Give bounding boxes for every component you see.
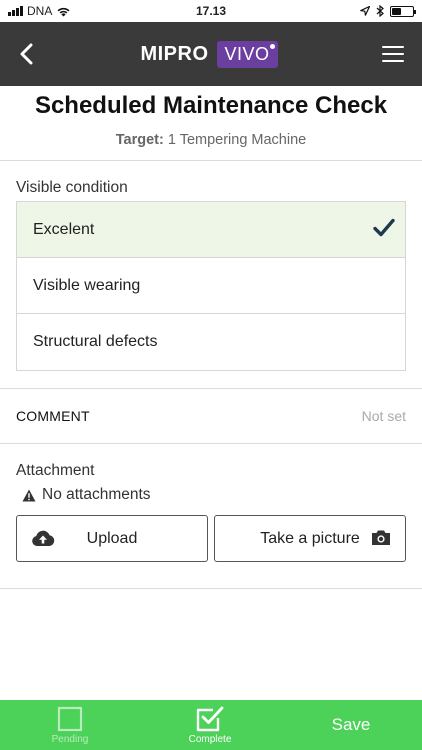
back-button[interactable]	[12, 34, 40, 74]
empty-checkbox-icon	[57, 706, 83, 731]
cloud-upload-icon	[32, 530, 55, 546]
no-attachments-notice: No attachments	[0, 486, 422, 504]
hamburger-menu-icon	[381, 46, 404, 48]
battery-icon	[390, 5, 416, 17]
menu-button[interactable]	[378, 34, 410, 74]
divider	[0, 443, 422, 444]
option-label: Visible wearing	[33, 276, 141, 294]
checked-checkbox-icon	[196, 706, 224, 731]
logo-vivo: VIVO	[216, 40, 278, 68]
option-visible-wearing[interactable]: Visible wearing	[17, 258, 405, 314]
save-button[interactable]: Save	[280, 700, 422, 750]
tab-complete[interactable]: Complete	[140, 700, 280, 750]
comment-row[interactable]: COMMENT Not set	[0, 389, 422, 443]
checkmark-icon	[373, 218, 395, 237]
hamburger-line	[381, 53, 404, 55]
target-line: Target: 1 Tempering Machine	[0, 132, 422, 148]
tab-pending[interactable]: Pending	[0, 700, 140, 750]
comment-label: COMMENT	[16, 408, 90, 424]
attachment-title: Attachment	[16, 462, 95, 479]
status-left: DNA	[8, 4, 71, 18]
status-right	[360, 5, 416, 17]
wifi-icon	[57, 7, 70, 16]
upload-button[interactable]: Upload	[16, 515, 208, 562]
condition-label: Visible condition	[16, 179, 128, 196]
logo-vivo-text: VIVO	[224, 43, 270, 64]
bottom-action-bar: Pending Complete Save	[0, 700, 422, 750]
condition-options: Excelent Visible wearing Structural defe…	[16, 201, 406, 371]
warning-icon	[22, 489, 36, 501]
take-picture-button[interactable]: Take a picture	[214, 515, 406, 562]
bluetooth-icon	[376, 5, 384, 17]
tab-pending-label: Pending	[51, 733, 89, 745]
no-attachments-text: No attachments	[42, 486, 151, 503]
logo-dot	[269, 43, 275, 49]
status-bar: DNA 17.13	[0, 0, 422, 22]
signal-icon	[8, 6, 23, 16]
option-structural-defects[interactable]: Structural defects	[17, 314, 405, 370]
comment-value: Not set	[361, 408, 406, 424]
page-title: Scheduled Maintenance Check	[34, 92, 388, 119]
hamburger-line	[381, 60, 404, 62]
logo-mipro: MIPRO	[140, 42, 209, 65]
option-excelent[interactable]: Excelent	[17, 202, 405, 258]
carrier-name: DNA	[27, 4, 53, 18]
nav-bar: MIPRO VIVO	[0, 22, 422, 86]
location-arrow-icon	[360, 6, 370, 16]
camera-icon	[372, 530, 390, 545]
target-value: 1 Tempering Machine	[167, 132, 307, 148]
option-label: Excelent	[33, 220, 95, 238]
chevron-left-icon	[20, 43, 33, 65]
tab-complete-label: Complete	[188, 733, 232, 745]
divider	[0, 588, 422, 589]
app-logo: MIPRO VIVO	[140, 40, 278, 68]
divider	[0, 160, 422, 161]
attachment-buttons: Upload Take a picture	[0, 515, 422, 562]
option-label: Structural defects	[33, 333, 158, 350]
target-label: Target:	[115, 132, 164, 148]
